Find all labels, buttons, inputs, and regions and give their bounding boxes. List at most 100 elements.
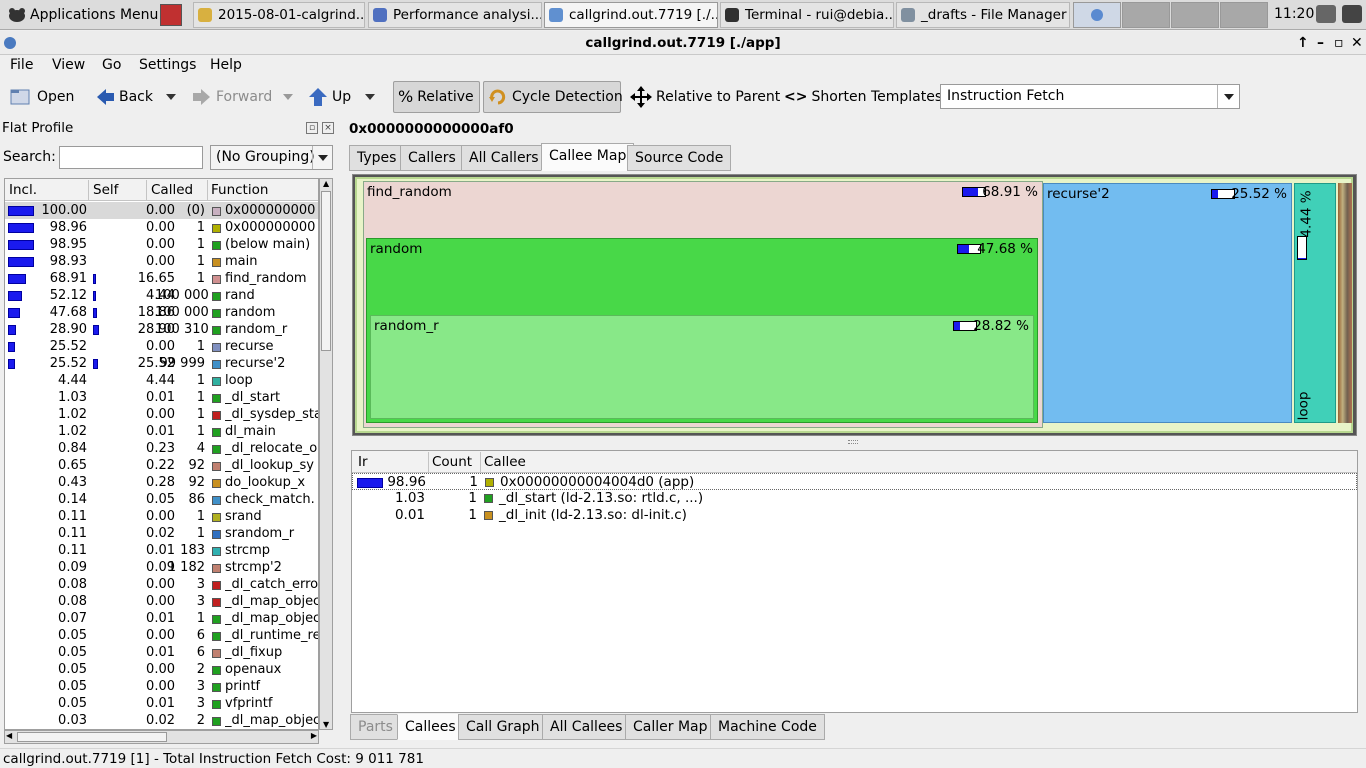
- table-row[interactable]: 0.05 0.00 3 printf: [5, 678, 318, 695]
- table-row[interactable]: 28.90 28.90 100 310 random_r: [5, 321, 318, 338]
- chevron-down-icon[interactable]: [1217, 85, 1239, 108]
- relative-to-parent-toggle[interactable]: Relative to Parent: [625, 81, 781, 113]
- tab-call-graph[interactable]: Call Graph: [458, 714, 548, 740]
- callee-row[interactable]: 0.01 1 _dl_init (ld-2.13.so: dl-init.c): [352, 507, 1357, 524]
- table-row[interactable]: 0.03 0.02 2 _dl_map_objec: [5, 712, 318, 729]
- tab-parts[interactable]: Parts: [350, 714, 401, 740]
- treemap-recurse2[interactable]: recurse'2 25.52 %: [1043, 183, 1292, 423]
- table-row[interactable]: 0.09 0.09 1 182 strcmp'2: [5, 559, 318, 576]
- window-titlebar[interactable]: callgrind.out.7719 [./app] ↑ – ▫ ✕: [0, 31, 1366, 55]
- treemap-random[interactable]: random 47.68 % random_r 28.82 %: [366, 238, 1038, 423]
- menu-file[interactable]: File: [10, 57, 33, 73]
- grouping-chevron-down-icon[interactable]: [312, 146, 332, 169]
- grouping-select[interactable]: (No Grouping): [210, 145, 333, 170]
- table-row[interactable]: 0.05 0.00 6 _dl_runtime_re: [5, 627, 318, 644]
- menu-view[interactable]: View: [52, 57, 85, 73]
- tab-caller-map[interactable]: Caller Map: [625, 714, 716, 740]
- col-count[interactable]: Count: [432, 454, 472, 470]
- flat-profile-list[interactable]: Incl. Self Called Function 100.00 0.00 (0)…: [4, 178, 319, 730]
- tab-callers[interactable]: Callers: [400, 145, 464, 171]
- back-dropdown-icon[interactable]: [166, 94, 176, 100]
- hscroll-thumb[interactable]: [17, 732, 167, 742]
- tab-machine-code[interactable]: Machine Code: [710, 714, 825, 740]
- table-row[interactable]: 0.11 0.00 1 srand: [5, 508, 318, 525]
- table-row[interactable]: 0.84 0.23 4 _dl_relocate_o: [5, 440, 318, 457]
- tray-power-icon[interactable]: [1342, 5, 1362, 23]
- col-function[interactable]: Function: [211, 182, 268, 198]
- table-row[interactable]: 98.96 0.00 1 0x000000000: [5, 219, 318, 236]
- scroll-up-icon[interactable]: ▲: [323, 179, 329, 188]
- table-row[interactable]: 52.12 4.44 100 000 rand: [5, 287, 318, 304]
- search-input[interactable]: [59, 146, 203, 169]
- vscroll-thumb[interactable]: [321, 191, 331, 351]
- workspace-3[interactable]: [1171, 2, 1219, 28]
- up-button[interactable]: Up: [303, 81, 352, 113]
- table-row[interactable]: 0.65 0.22 92 _dl_lookup_sy: [5, 457, 318, 474]
- col-incl[interactable]: Incl.: [9, 182, 37, 198]
- table-row[interactable]: 0.14 0.05 86 check_match.: [5, 491, 318, 508]
- close-icon[interactable]: ✕: [1351, 31, 1363, 55]
- scroll-down-icon[interactable]: ▼: [323, 720, 329, 729]
- event-type-select[interactable]: Instruction Fetch: [940, 84, 1240, 109]
- open-button[interactable]: Open: [4, 81, 75, 113]
- table-row[interactable]: 0.05 0.01 6 _dl_fixup: [5, 644, 318, 661]
- table-row[interactable]: 100.00 0.00 (0) 0x000000000: [5, 202, 318, 219]
- task-item-1[interactable]: Performance analysi...: [368, 2, 542, 28]
- dock-float-icon[interactable]: ▫: [306, 122, 318, 134]
- tab-callee-map[interactable]: Callee Map: [541, 143, 635, 171]
- col-callee[interactable]: Callee: [484, 454, 526, 470]
- tab-types[interactable]: Types: [349, 145, 405, 171]
- tab-all-callers[interactable]: All Callers: [461, 145, 547, 171]
- flat-profile-hscrollbar[interactable]: ◀ ▶: [4, 730, 319, 744]
- workspace-2[interactable]: [1122, 2, 1170, 28]
- scroll-left-icon[interactable]: ◀: [6, 731, 12, 740]
- table-row[interactable]: 1.03 0.01 1 _dl_start: [5, 389, 318, 406]
- up-dropdown-icon[interactable]: [365, 94, 375, 100]
- table-row[interactable]: 0.08 0.00 3 _dl_catch_erro: [5, 576, 318, 593]
- callees-list[interactable]: Ir Count Callee 98.96 1 0x00000000004004d0…: [351, 450, 1358, 713]
- col-called[interactable]: Called: [151, 182, 193, 198]
- task-item-3[interactable]: Terminal - rui@debia...: [720, 2, 894, 28]
- workspace-1[interactable]: [1073, 2, 1121, 28]
- table-row[interactable]: 0.05 0.01 3 vfprintf: [5, 695, 318, 712]
- task-item-2[interactable]: callgrind.out.7719 [./...: [544, 2, 718, 28]
- keep-above-icon[interactable]: ↑: [1297, 31, 1309, 55]
- tab-source-code[interactable]: Source Code: [627, 145, 732, 171]
- menu-go[interactable]: Go: [102, 57, 121, 73]
- treemap-find-random[interactable]: find_random 68.91 % random 47.68 % rando…: [363, 181, 1043, 428]
- splitter-handle[interactable]: [848, 440, 858, 444]
- table-row[interactable]: 98.95 0.00 1 (below main): [5, 236, 318, 253]
- task-item-4[interactable]: _drafts - File Manager: [896, 2, 1070, 28]
- table-row[interactable]: 0.43 0.28 92 do_lookup_x: [5, 474, 318, 491]
- table-row[interactable]: 4.44 4.44 1 loop: [5, 372, 318, 389]
- task-item-0[interactable]: 2015-08-01-calgrind...: [193, 2, 365, 28]
- tab-callees[interactable]: Callees: [397, 714, 464, 740]
- scroll-right-icon[interactable]: ▶: [311, 731, 317, 740]
- table-row[interactable]: 1.02 0.01 1 dl_main: [5, 423, 318, 440]
- shorten-templates-toggle[interactable]: <> Shorten Templates: [779, 81, 943, 113]
- workspace-4[interactable]: [1220, 2, 1268, 28]
- window-app-icon[interactable]: [2, 35, 18, 51]
- dock-close-icon[interactable]: ×: [322, 122, 334, 134]
- menu-settings[interactable]: Settings: [139, 57, 196, 73]
- callee-row[interactable]: 1.03 1 _dl_start (ld-2.13.so: rtld.c, ...): [352, 490, 1357, 507]
- tab-all-callees[interactable]: All Callees: [542, 714, 631, 740]
- table-row[interactable]: 0.05 0.00 2 openaux: [5, 661, 318, 678]
- table-row[interactable]: 47.68 18.86 100 000 random: [5, 304, 318, 321]
- table-row[interactable]: 0.11 0.01 183 strcmp: [5, 542, 318, 559]
- callee-row[interactable]: 98.96 1 0x00000000004004d0 (app): [352, 473, 1357, 490]
- applications-menu-button[interactable]: Applications Menu: [2, 2, 158, 28]
- col-self[interactable]: Self: [93, 182, 118, 198]
- table-row[interactable]: 0.08 0.00 3 _dl_map_objec: [5, 593, 318, 610]
- treemap-random-r[interactable]: random_r 28.82 %: [370, 315, 1034, 419]
- tray-network-icon[interactable]: [1316, 5, 1336, 23]
- menu-help[interactable]: Help: [210, 57, 242, 73]
- maximize-icon[interactable]: ▫: [1334, 31, 1344, 55]
- treemap-loop[interactable]: 4.44 % loop: [1294, 183, 1336, 423]
- callee-map[interactable]: find_random 68.91 % random 47.68 % rando…: [352, 174, 1357, 436]
- forward-dropdown-icon[interactable]: [283, 94, 293, 100]
- minimize-icon[interactable]: –: [1317, 31, 1324, 55]
- cycle-detection-toggle[interactable]: Cycle Detection: [483, 81, 623, 113]
- flat-profile-vscrollbar[interactable]: ▲ ▼: [319, 178, 333, 730]
- table-row[interactable]: 25.52 0.00 1 recurse: [5, 338, 318, 355]
